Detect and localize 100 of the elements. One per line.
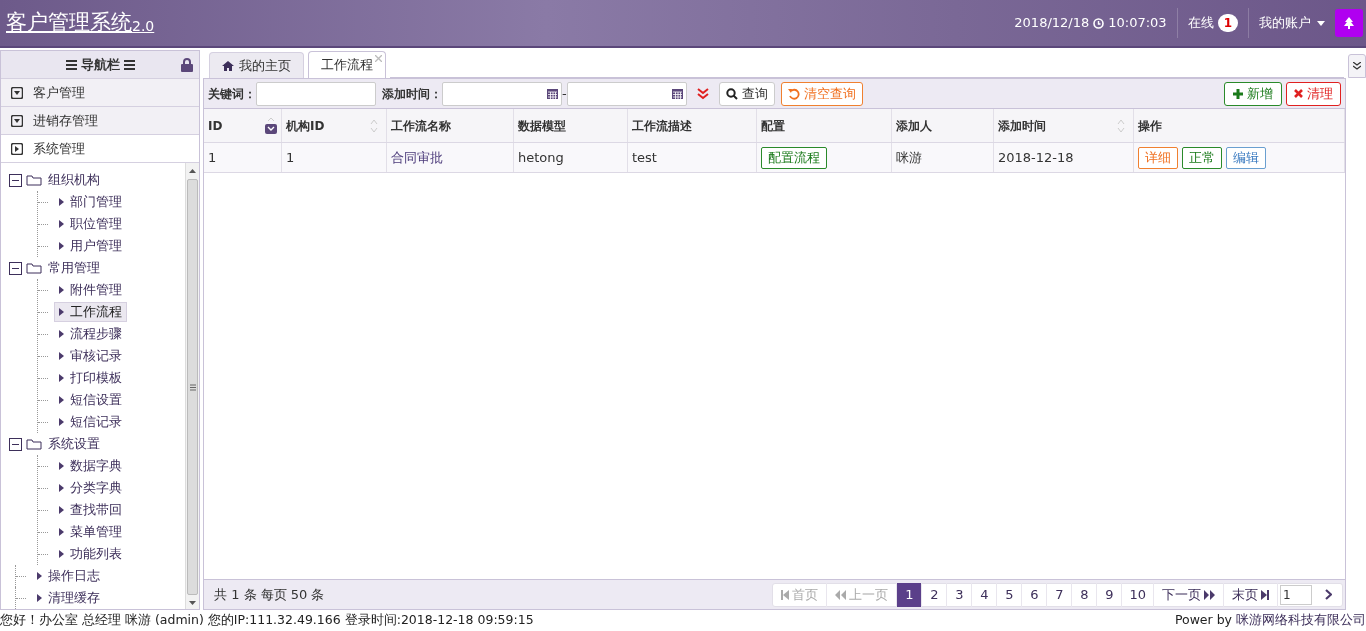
page-button[interactable]: 7 [1047,582,1073,607]
online-count-badge: 1 [1217,14,1238,32]
online-label: 在线 [1187,14,1214,33]
tree-item[interactable]: 短信设置 [54,390,127,410]
date-text: 2018/12/18 [1014,14,1090,33]
accordion-header[interactable]: 客户管理 [1,79,199,107]
tree-item[interactable]: 分类字典 [54,478,127,498]
tree-item[interactable]: 部门管理 [54,192,127,212]
page-button[interactable]: 9 [1097,582,1123,607]
search-button[interactable]: 查询 [718,81,775,106]
date-field[interactable] [566,81,687,106]
tree-item[interactable]: 附件管理 [54,280,127,300]
tree-item[interactable]: 打印模板 [54,368,127,388]
company-link[interactable]: 咪游网络科技有限公司 [1236,611,1366,630]
last-page-icon [1261,589,1269,600]
expand-icon [11,142,23,155]
configure-button[interactable]: 配置流程 [761,146,827,169]
tree-item[interactable]: 操作日志 [32,566,105,586]
triangle-icon [59,484,64,492]
tree-item[interactable]: 工作流程 [54,302,127,322]
page-button[interactable]: 6 [1022,582,1048,607]
column-header[interactable]: ID [204,109,282,142]
edit-button[interactable]: 编辑 [1226,146,1266,169]
add-button[interactable]: 新增 [1224,81,1282,106]
column-header[interactable]: 机构ID [282,109,387,142]
keyword-field[interactable] [256,81,376,106]
triangle-icon [37,572,42,580]
page-button[interactable]: 3 [947,582,973,607]
table-cell: test [628,143,757,172]
tree-item[interactable]: 审核记录 [54,346,127,366]
app-title[interactable]: 客户管理系统2.0 [6,7,155,39]
power-by-label: Power by [1174,611,1232,630]
time-label: 添加时间： [382,85,442,103]
nav-title: 导航栏 [80,55,120,74]
tree-item[interactable]: 清理缓存 [32,588,105,608]
menu-icon [65,58,77,71]
tree-item[interactable]: 查找带回 [54,500,127,520]
collapse-icon [11,114,23,127]
scrollbar[interactable] [185,163,199,609]
page-button[interactable]: 2 [922,582,948,607]
tree-icon [1344,17,1354,29]
theme-button[interactable] [1335,9,1363,37]
expand-filters-icon [696,87,709,100]
tab[interactable]: 工作流程 [308,51,386,78]
triangle-icon [59,374,64,382]
triangle-icon [59,308,64,316]
page-button[interactable]: 5 [997,582,1023,607]
tree-item[interactable]: 流程步骤 [54,324,127,344]
triangle-icon [59,330,64,338]
tree-item[interactable]: 短信记录 [54,412,127,432]
table-cell: 咪游 [892,143,994,172]
column-header[interactable]: 工作流名称 [387,109,514,142]
tree-item[interactable]: 职位管理 [54,214,127,234]
date-field[interactable] [442,81,562,106]
cleanup-button[interactable]: 清理 [1286,81,1341,106]
table-cell: 1 [282,143,387,172]
tree-node[interactable]: 常用管理 [46,258,102,278]
tree-item[interactable]: 用户管理 [54,236,127,256]
triangle-icon [59,286,64,294]
table-cell: hetong [514,143,628,172]
folder-icon [26,262,42,274]
sort-icon [1117,119,1125,133]
accordion-header[interactable]: 进销存管理 [1,107,199,135]
page-button[interactable]: 4 [972,582,998,607]
next-page-button[interactable]: 下一页 [1154,582,1224,607]
status-button[interactable]: 正常 [1182,146,1222,169]
column-header[interactable]: 添加时间 [994,109,1134,142]
triangle-icon [59,396,64,404]
last-page-button[interactable]: 末页 [1224,582,1278,607]
double-chevron-icon [1353,62,1361,70]
table-cell: 2018-12-18 [994,143,1134,172]
column-header[interactable]: 数据模型 [514,109,628,142]
tree-item[interactable]: 数据字典 [54,456,127,476]
column-header[interactable]: 配置 [757,109,892,142]
page-button[interactable]: 8 [1072,582,1098,607]
page-number-field[interactable]: 1 [1280,584,1312,605]
tab[interactable]: 我的主页 [209,52,304,78]
triangle-icon [37,594,42,602]
tree-node[interactable]: 组织机构 [46,170,102,190]
triangle-icon [59,220,64,228]
collapse-tabs-button[interactable] [1348,54,1366,78]
first-page-icon [781,589,790,600]
calendar-icon [671,88,683,99]
keyword-label: 关键词： [208,85,256,103]
page-button[interactable]: 10 [1122,582,1154,607]
column-header[interactable]: 操作 [1134,109,1345,142]
tree-node[interactable]: 系统设置 [46,434,102,454]
triangle-icon [59,506,64,514]
double-right-icon [1204,589,1215,600]
triangle-icon [59,198,64,206]
tree-item[interactable]: 菜单管理 [54,522,127,542]
home-icon [222,60,234,71]
search-icon [725,87,738,100]
folder-icon [26,438,42,450]
column-header[interactable]: 添加人 [892,109,994,142]
sort-descending-icon [265,117,277,134]
column-header[interactable]: 工作流描述 [628,109,757,142]
page-button[interactable]: 1 [897,582,923,607]
lock-icon [181,58,193,72]
tree-item[interactable]: 功能列表 [54,544,127,564]
